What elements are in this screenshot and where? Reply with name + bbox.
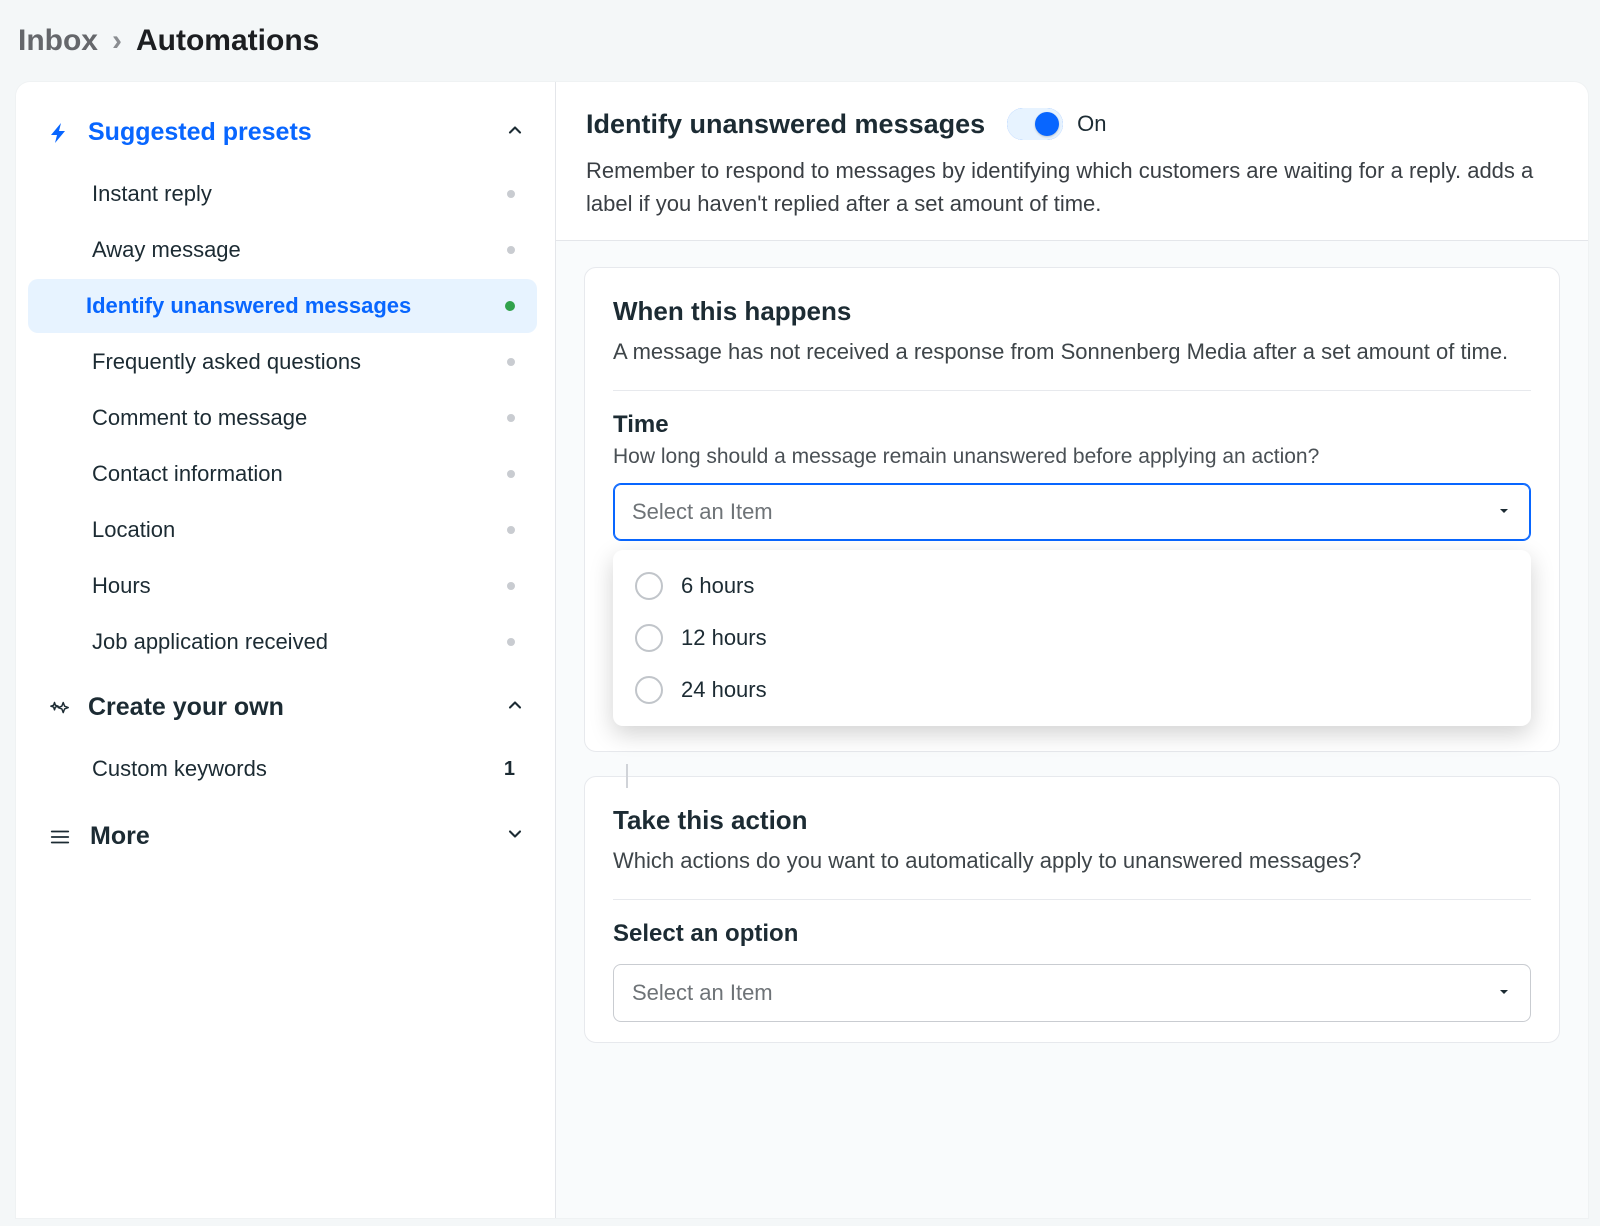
main-content: Identify unanswered messages On Remember… (556, 82, 1588, 1218)
time-option-24h[interactable]: 24 hours (613, 664, 1531, 716)
breadcrumb-current: Automations (136, 24, 319, 58)
select-placeholder: Select an Item (632, 980, 773, 1006)
card-connector (626, 764, 628, 788)
action-card: Take this action Which actions do you wa… (584, 776, 1560, 1043)
page-title: Identify unanswered messages (586, 109, 985, 140)
sidebar-section-title: More (90, 822, 489, 851)
time-help: How long should a message remain unanswe… (613, 445, 1531, 469)
select-placeholder: Select an Item (632, 499, 773, 525)
radio-icon (635, 676, 663, 704)
time-label: Time (613, 411, 1531, 439)
status-dot (507, 470, 515, 478)
menu-icon (46, 826, 74, 848)
time-select[interactable]: Select an Item (613, 483, 1531, 541)
main-header: Identify unanswered messages On Remember… (556, 82, 1588, 241)
action-select[interactable]: Select an Item (613, 964, 1531, 1022)
sidebar-item-faq[interactable]: Frequently asked questions (34, 335, 537, 389)
status-dot (507, 246, 515, 254)
sidebar-section-more[interactable]: More (28, 806, 543, 863)
sidebar-section-title: Suggested presets (88, 118, 491, 147)
option-label: 12 hours (681, 625, 767, 651)
create-list: Custom keywords 1 (28, 742, 543, 806)
sidebar-section-create[interactable]: Create your own (28, 679, 543, 740)
action-description: Which actions do you want to automatical… (613, 844, 1531, 877)
status-dot (507, 414, 515, 422)
chevron-down-icon (505, 824, 525, 849)
action-heading: Take this action (613, 805, 1531, 836)
preset-list: Instant reply Away message Identify unan… (28, 167, 543, 679)
sidebar-item-hours[interactable]: Hours (34, 559, 537, 613)
sidebar-item-count: 1 (504, 758, 515, 781)
feature-toggle[interactable] (1007, 108, 1063, 140)
sidebar-item-identify-unanswered[interactable]: Identify unanswered messages (28, 279, 537, 333)
caret-down-icon (1496, 499, 1512, 525)
time-option-6h[interactable]: 6 hours (613, 560, 1531, 612)
sidebar-item-label: Contact information (92, 461, 507, 487)
status-dot (507, 358, 515, 366)
lightning-icon (46, 119, 74, 147)
chevron-up-icon (505, 695, 525, 720)
action-option-label: Select an option (613, 920, 1531, 948)
toggle-knob (1035, 112, 1059, 136)
radio-icon (635, 624, 663, 652)
sidebar-item-label: Away message (92, 237, 507, 263)
when-heading: When this happens (613, 296, 1531, 327)
sidebar-item-label: Frequently asked questions (92, 349, 507, 375)
when-description: A message has not received a response fr… (613, 335, 1531, 368)
sidebar-item-label: Location (92, 517, 507, 543)
divider (613, 390, 1531, 391)
radio-icon (635, 572, 663, 600)
page-description: Remember to respond to messages by ident… (586, 154, 1558, 220)
sidebar-section-presets[interactable]: Suggested presets (28, 104, 543, 165)
time-option-12h[interactable]: 12 hours (613, 612, 1531, 664)
status-dot (507, 638, 515, 646)
caret-down-icon (1496, 980, 1512, 1006)
sidebar-item-away-message[interactable]: Away message (34, 223, 537, 277)
toggle-state-label: On (1077, 111, 1106, 137)
breadcrumb: Inbox › Automations (0, 0, 1600, 82)
sidebar-item-comment-to-message[interactable]: Comment to message (34, 391, 537, 445)
when-card: When this happens A message has not rece… (584, 267, 1560, 752)
status-dot (507, 190, 515, 198)
sidebar-item-location[interactable]: Location (34, 503, 537, 557)
sidebar-item-label: Custom keywords (92, 756, 504, 782)
chevron-up-icon (505, 120, 525, 145)
sidebar-item-job-application[interactable]: Job application received (34, 615, 537, 669)
status-dot (507, 526, 515, 534)
status-dot (505, 301, 515, 311)
sidebar-item-instant-reply[interactable]: Instant reply (34, 167, 537, 221)
sidebar-item-contact-information[interactable]: Contact information (34, 447, 537, 501)
time-dropdown: 6 hours 12 hours 24 hours (613, 550, 1531, 726)
divider (613, 899, 1531, 900)
sidebar-item-label: Identify unanswered messages (86, 293, 505, 319)
sidebar-item-custom-keywords[interactable]: Custom keywords 1 (34, 742, 537, 796)
sidebar-item-label: Instant reply (92, 181, 507, 207)
status-dot (507, 582, 515, 590)
sparkle-icon (46, 694, 74, 722)
breadcrumb-prev[interactable]: Inbox (18, 24, 98, 58)
sidebar-item-label: Comment to message (92, 405, 507, 431)
sidebar-section-title: Create your own (88, 693, 491, 722)
sidebar-item-label: Job application received (92, 629, 507, 655)
sidebar: Suggested presets Instant reply Away mes… (16, 82, 556, 1218)
option-label: 6 hours (681, 573, 754, 599)
sidebar-item-label: Hours (92, 573, 507, 599)
chevron-right-icon: › (112, 24, 122, 58)
option-label: 24 hours (681, 677, 767, 703)
